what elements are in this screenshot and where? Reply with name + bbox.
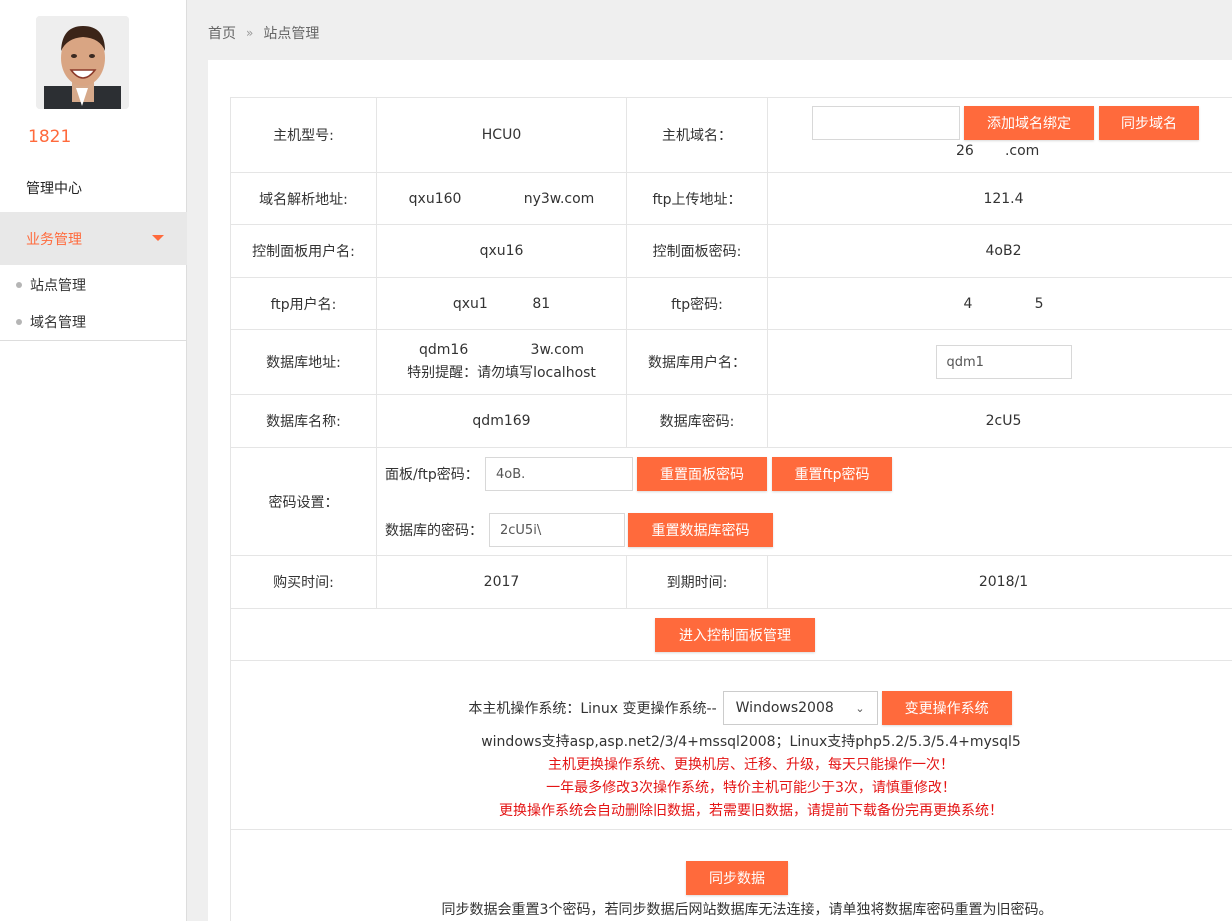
reset-panel-pwd-button[interactable]: 重置面板密码 [637,457,767,491]
db-name-label: 数据库名称: [230,394,377,448]
ftp-pwd-label: ftp密码: [626,277,768,330]
resolve-label: 域名解析地址: [230,172,377,225]
ftp-upload-value: 121.4 [767,172,1232,225]
sync-data-button[interactable]: 同步数据 [686,861,788,895]
os-warning-3: 更换操作系统会自动删除旧数据，若需要旧数据，请提前下载备份完再更换系统！ [499,803,1003,819]
chevron-down-icon: ⌄ [855,701,865,715]
table-row: 数据库名称: qdm169 数据库密码: 2cU5 [230,394,1232,448]
nav-business-management-label: 业务管理 [26,232,82,248]
os-cell: 本主机操作系统：Linux 变更操作系统-- Windows2008 ⌄ 变更操… [230,660,1232,830]
panel-pwd-value: 4oB2 [767,224,1232,278]
sidebar: 1821 管理中心 业务管理 站点管理 域名管理 [0,0,187,921]
host-info-table: 主机型号: HCU0 主机域名： 添加域名绑定 同步域名 26 .com 域名解… [230,97,1232,921]
caret-down-icon [152,235,164,241]
db-pwd-set-input[interactable] [489,513,625,547]
os-warning-1: 主机更换操作系统、更换机房、迁移、升级，每天只能操作一次！ [548,757,954,773]
reset-ftp-pwd-button[interactable]: 重置ftp密码 [772,457,892,491]
db-name-value: qdm169 [376,394,627,448]
panel-user-value: qxu16 [376,224,627,278]
bullet-icon [16,319,22,325]
os-change-row: 本主机操作系统：Linux 变更操作系统-- Windows2008 ⌄ 变更操… [231,691,1232,725]
db-user-cell [767,329,1232,395]
breadcrumb-home[interactable]: 首页 [208,23,236,43]
db-pwd-label: 数据库密码: [626,394,768,448]
host-model-value: HCU0 [376,97,627,173]
os-current-text: 本主机操作系统：Linux 变更操作系统-- [468,701,717,717]
sidebar-item-domain-management[interactable]: 域名管理 [16,312,86,332]
expire-value: 2018/1 [767,555,1232,609]
resolve-value: qxu160 ny3w.com [376,172,627,225]
db-pwd-set-label: 数据库的密码： [385,523,483,539]
table-row: 控制面板用户名: qxu16 控制面板密码: 4oB2 [230,224,1232,278]
os-warning-2: 一年最多修改3次操作系统，特价主机可能少于3次，请慎重修改！ [546,780,956,796]
sync-note: 同步数据会重置3个密码，若同步数据后网站数据库无法连接，请单独将数据库密码重置为… [441,902,1053,918]
host-domain-label: 主机域名： [626,97,768,173]
domain-input[interactable] [812,106,960,140]
os-select-value: Windows2008 [735,700,834,716]
expire-label: 到期时间: [626,555,768,609]
management-center-link[interactable]: 管理中心 [26,178,82,198]
table-row: ftp用户名: qxu1 81 ftp密码: 4 5 [230,277,1232,330]
table-row: 主机型号: HCU0 主机域名： 添加域名绑定 同步域名 26 .com [230,97,1232,173]
table-row: 进入控制面板管理 [230,608,1232,661]
os-select[interactable]: Windows2008 ⌄ [722,691,878,725]
main-panel: 主机型号: HCU0 主机域名： 添加域名绑定 同步域名 26 .com 域名解… [208,60,1232,921]
sync-cell: 同步数据 同步数据会重置3个密码，若同步数据后网站数据库无法连接，请单独将数据库… [230,829,1232,921]
db-user-label: 数据库用户名： [626,329,768,395]
breadcrumb-separator-icon: » [246,26,254,40]
add-domain-button[interactable]: 添加域名绑定 [964,106,1094,140]
avatar-image [36,16,129,109]
table-row: 购买时间: 2017 到期时间: 2018/1 [230,555,1232,609]
host-model-label: 主机型号: [230,97,377,173]
nav-business-management[interactable]: 业务管理 [0,212,187,265]
db-user-input[interactable] [935,345,1072,379]
db-pwd-value: 2cU5 [767,394,1232,448]
panel-ftp-pwd-input[interactable] [485,457,633,491]
ftp-user-label: ftp用户名: [230,277,377,330]
sidebar-item-site-management[interactable]: 站点管理 [16,275,86,295]
breadcrumb-current: 站点管理 [263,26,320,42]
sync-domain-button[interactable]: 同步域名 [1099,106,1199,140]
enter-panel-button[interactable]: 进入控制面板管理 [655,617,815,652]
pwd-settings-label: 密码设置： [230,447,377,556]
username: 1821 [28,127,72,147]
sidebar-item-label: 站点管理 [30,278,86,294]
ftp-user-value: qxu1 81 [376,277,627,330]
db-addr-cell: qdm16 3w.com 特别提醒：请勿填写localhost [376,329,627,395]
sidebar-divider [0,340,187,341]
table-row: 密码设置： 面板/ftp密码： 重置面板密码 重置ftp密码 数据库的密码： 重… [230,447,1232,556]
panel-user-label: 控制面板用户名: [230,224,377,278]
host-domain-cell: 添加域名绑定 同步域名 26 .com [767,97,1232,173]
table-row: 同步数据 同步数据会重置3个密码，若同步数据后网站数据库无法连接，请单独将数据库… [230,829,1232,921]
avatar[interactable] [36,16,129,109]
db-addr-value: qdm16 3w.com [419,342,584,358]
table-row: 本主机操作系统：Linux 变更操作系统-- Windows2008 ⌄ 变更操… [230,660,1232,830]
os-support-text: windows支持asp,asp.net2/3/4+mssql2008；Linu… [481,734,1021,750]
pwd-settings-cell: 面板/ftp密码： 重置面板密码 重置ftp密码 数据库的密码： 重置数据库密码 [376,447,1232,556]
table-row: 域名解析地址: qxu160 ny3w.com ftp上传地址： 121.4 [230,172,1232,225]
db-addr-label: 数据库地址: [230,329,377,395]
change-os-button[interactable]: 变更操作系统 [881,691,1012,725]
ftp-upload-label: ftp上传地址： [626,172,768,225]
panel-ftp-pwd-label: 面板/ftp密码： [385,467,479,483]
bullet-icon [16,282,22,288]
db-addr-note: 特别提醒：请勿填写localhost [407,365,596,381]
reset-db-pwd-button[interactable]: 重置数据库密码 [628,513,773,547]
table-row: 数据库地址: qdm16 3w.com 特别提醒：请勿填写localhost 数… [230,329,1232,395]
ftp-pwd-value: 4 5 [767,277,1232,330]
sidebar-item-label: 域名管理 [30,315,86,331]
host-domain-value: 26 .com [956,143,1040,159]
enter-panel-cell: 进入控制面板管理 [230,608,1232,661]
buy-time-value: 2017 [376,555,627,609]
panel-pwd-label: 控制面板密码: [626,224,768,278]
buy-time-label: 购买时间: [230,555,377,609]
breadcrumb: 首页 » 站点管理 [208,23,319,43]
